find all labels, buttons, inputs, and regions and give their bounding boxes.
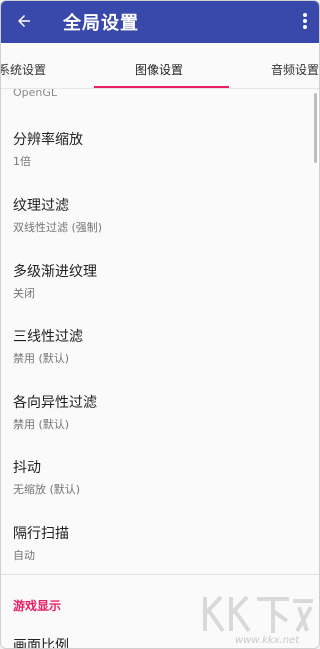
watermark-url: www.kkx.net xyxy=(235,635,300,646)
partial-setting-value: OpenGL xyxy=(13,89,58,99)
setting-label: 分辨率缩放 xyxy=(13,132,83,148)
settings-list[interactable]: OpenGL 分辨率缩放 1倍 纹理过滤 双线性过滤 (强制) 多级渐进纹理 关… xyxy=(1,89,319,648)
setting-value: 禁用 (默认) xyxy=(13,418,70,431)
setting-value: 自动 xyxy=(13,549,35,562)
back-button[interactable] xyxy=(9,6,39,36)
watermark: www.kkx.net xyxy=(199,591,317,648)
setting-label: 多级渐进纹理 xyxy=(13,264,97,280)
more-vert-icon xyxy=(303,13,307,29)
tab-indicator xyxy=(94,86,229,88)
more-options-button[interactable] xyxy=(295,7,315,35)
setting-value: 1倍 xyxy=(13,155,31,168)
page-title: 全局设置 xyxy=(63,13,139,34)
setting-label: 隔行扫描 xyxy=(13,526,69,542)
setting-value: 禁用 (默认) xyxy=(13,352,70,365)
setting-anisotropic-filter[interactable]: 各向异性过滤 禁用 (默认) xyxy=(13,392,97,432)
app-bar: 全局设置 xyxy=(1,1,319,43)
setting-value: 双线性过滤 (强制) xyxy=(13,221,103,234)
setting-aspect-ratio[interactable]: 画面比例 xyxy=(13,635,69,648)
app-window: 全局设置 系统设置 图像设置 音频设置 OpenGL 分辨率缩放 1倍 纹理过滤… xyxy=(0,0,320,649)
section-divider xyxy=(1,574,319,575)
arrow-left-icon xyxy=(18,15,30,27)
setting-label: 三线性过滤 xyxy=(13,329,83,345)
setting-resolution-scale[interactable]: 分辨率缩放 1倍 xyxy=(13,129,83,169)
tab-audio-settings[interactable]: 音频设置 xyxy=(271,61,319,78)
setting-value: 关闭 xyxy=(13,287,35,300)
setting-label: 各向异性过滤 xyxy=(13,395,97,411)
setting-texture-filter[interactable]: 纹理过滤 双线性过滤 (强制) xyxy=(13,195,102,235)
tab-graphics-settings[interactable]: 图像设置 xyxy=(135,61,183,78)
setting-interlace-scan[interactable]: 隔行扫描 自动 xyxy=(13,523,69,563)
scrollbar[interactable] xyxy=(314,93,317,163)
setting-trilinear-filter[interactable]: 三线性过滤 禁用 (默认) xyxy=(13,326,83,366)
tab-bar: 系统设置 图像设置 音频设置 xyxy=(1,43,319,89)
setting-label: 纹理过滤 xyxy=(13,198,69,214)
setting-mipmap[interactable]: 多级渐进纹理 关闭 xyxy=(13,261,97,301)
setting-value: 无缩放 (默认) xyxy=(13,483,81,496)
setting-label: 抖动 xyxy=(13,460,41,476)
setting-dithering[interactable]: 抖动 无缩放 (默认) xyxy=(13,457,80,497)
watermark-logo xyxy=(203,595,313,633)
tab-system-settings[interactable]: 系统设置 xyxy=(1,61,46,78)
section-header-game-display: 游戏显示 xyxy=(13,599,62,613)
